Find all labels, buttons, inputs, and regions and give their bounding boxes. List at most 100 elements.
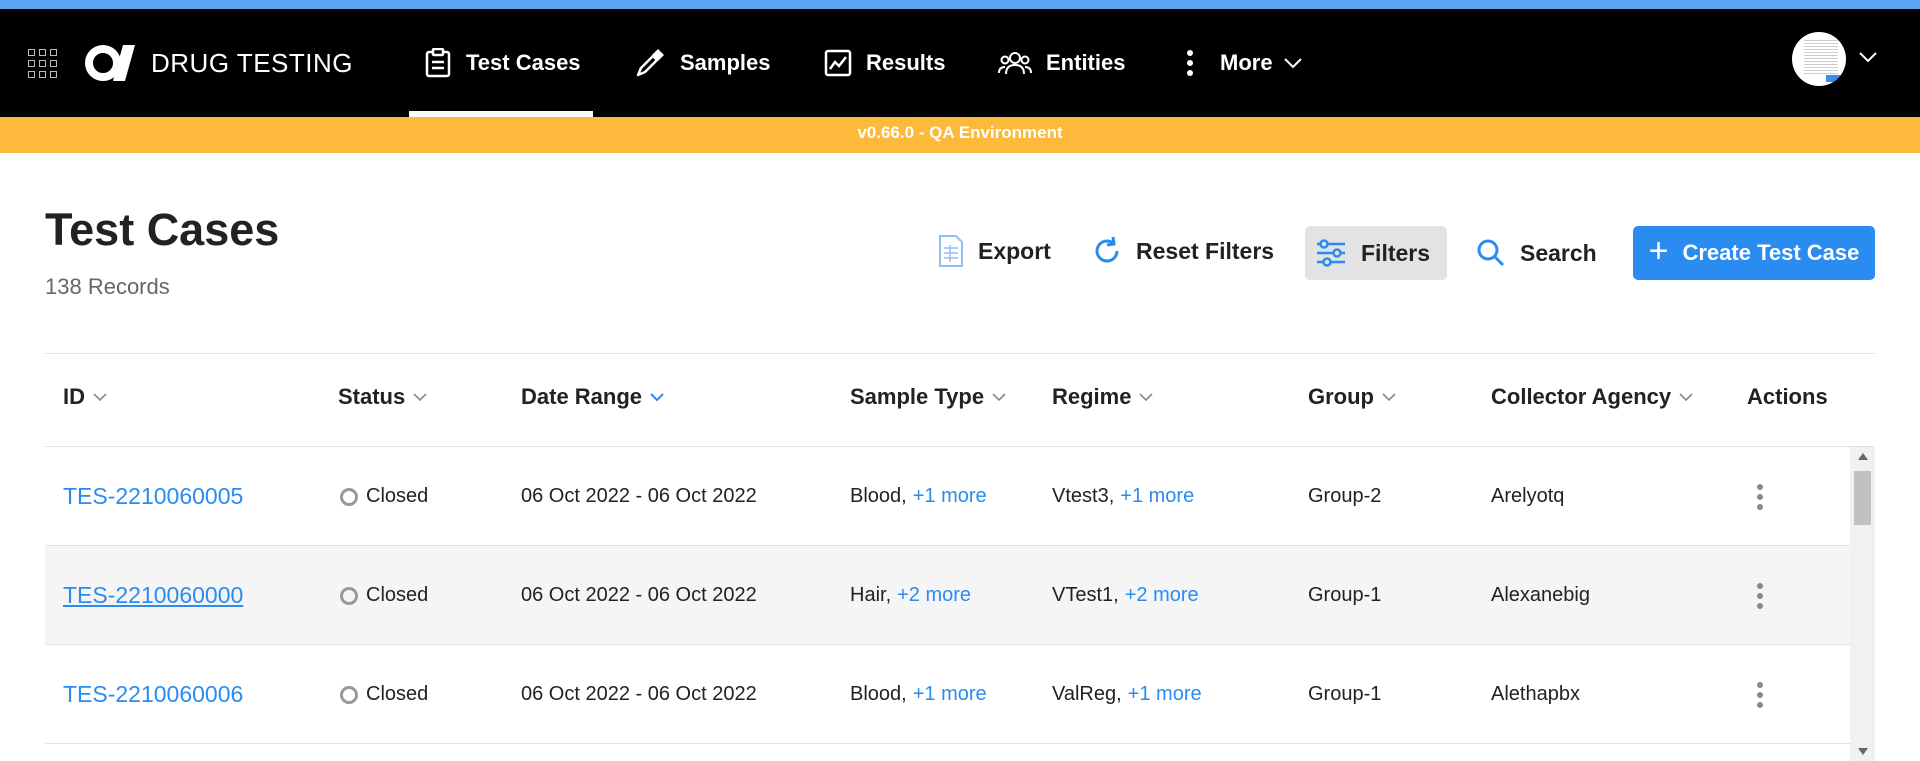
group-cell: Group-1 [1308,584,1382,606]
column-label: Collector Agency [1491,384,1672,409]
column-header-id[interactable]: ID [63,384,107,410]
group-cell: Group-1 [1308,683,1382,705]
create-test-case-button[interactable]: + Create Test Case [1633,226,1875,280]
nav-tab-label: Entities [1046,50,1126,75]
chevron-down-icon [1679,392,1693,401]
table-row[interactable]: TES-2210060005 Closed 06 Oct 2022 - 06 O… [45,447,1850,546]
export-label: Export [978,237,1051,264]
chevron-down-icon [992,392,1006,401]
column-label: ID [63,384,85,409]
top-navbar: DRUG TESTING Test Cases Samples Results [0,9,1920,117]
regime-cell: VTest1, +2 more [1052,584,1199,607]
reset-filters-button[interactable]: Reset Filters [1092,236,1274,266]
app-launcher-icon[interactable] [28,49,57,78]
column-header-sample-type[interactable]: Sample Type [850,384,1006,410]
status-label: Closed [366,683,429,705]
table-row[interactable]: TES-2210060006 Closed 06 Oct 2022 - 06 O… [45,645,1850,744]
top-accent-strip [0,0,1920,9]
logo-mark-icon [85,45,135,81]
filters-button[interactable]: Filters [1305,226,1447,280]
column-header-status[interactable]: Status [338,384,427,410]
chart-icon [824,49,852,77]
nav-tab-results[interactable]: Results [824,9,945,117]
test-case-id-link[interactable]: TES-2210060000 [63,546,243,645]
row-actions-icon[interactable] [1755,447,1765,546]
status-label: Closed [366,485,429,507]
more-link[interactable]: +1 more [913,485,987,508]
search-label: Search [1520,239,1597,266]
table-row[interactable]: TES-2210060000 Closed 06 Oct 2022 - 06 O… [45,546,1850,645]
more-link[interactable]: +2 more [1125,584,1199,607]
spreadsheet-icon [939,235,963,267]
sample-type-cell: Blood, +1 more [850,683,987,706]
row-actions-icon[interactable] [1755,645,1765,744]
nav-tab-samples[interactable]: Samples [634,9,771,117]
more-link[interactable]: +1 more [1120,485,1194,508]
sample-type-cell: Blood, +1 more [850,485,987,508]
users-icon [998,52,1032,75]
nav-tab-entities[interactable]: Entities [998,9,1125,117]
table-scrollbar[interactable] [1850,447,1875,761]
column-header-date-range[interactable]: Date Range [521,384,664,410]
more-link[interactable]: +1 more [1128,683,1202,706]
date-range-cell: 06 Oct 2022 - 06 Oct 2022 [521,683,757,705]
test-case-id-link[interactable]: TES-2210060006 [63,645,243,744]
chevron-down-icon [1139,392,1154,401]
sample-type-cell: Hair, +2 more [850,584,972,607]
status-closed-icon [340,487,358,506]
regime-cell: Vtest3, +1 more [1052,485,1195,508]
chevron-down-icon [413,392,427,401]
more-link[interactable]: +2 more [897,584,971,607]
chevron-down-icon [93,392,107,401]
create-label: Create Test Case [1682,240,1860,265]
nav-tab-more[interactable]: More [1186,9,1303,117]
brand-logo[interactable]: DRUG TESTING [85,43,353,83]
column-header-regime[interactable]: Regime [1052,384,1154,410]
status-closed-icon [340,685,358,704]
export-button[interactable]: Export [938,234,1051,268]
user-avatar[interactable] [1792,32,1846,86]
table-body: TES-2210060005 Closed 06 Oct 2022 - 06 O… [45,447,1850,761]
test-case-id-link[interactable]: TES-2210060005 [63,447,243,546]
clipboard-icon [425,48,451,78]
nav-tab-label: More [1220,50,1273,75]
group-cell: Group-2 [1308,485,1382,507]
scroll-down-icon[interactable] [1858,748,1868,755]
column-header-group[interactable]: Group [1308,384,1396,410]
column-label: Group [1308,384,1374,409]
kebab-icon [1187,50,1193,76]
refresh-icon [1095,236,1119,263]
environment-banner: v0.66.0 - QA Environment [0,117,1920,153]
nav-tab-label: Test Cases [466,50,581,75]
status-closed-icon [340,586,358,605]
status-cell: Closed [340,645,428,744]
chevron-down-icon [650,392,664,401]
search-button[interactable]: Search [1476,238,1597,268]
chevron-down-icon [1382,392,1396,401]
date-range-cell: 06 Oct 2022 - 06 Oct 2022 [521,584,757,606]
column-label: Status [338,384,406,409]
column-label: Actions [1747,384,1828,409]
scroll-up-icon[interactable] [1858,453,1868,460]
page-title: Test Cases [45,204,280,255]
chevron-down-icon [1283,58,1302,69]
more-link[interactable]: +1 more [913,683,987,706]
column-header-collector-agency[interactable]: Collector Agency [1491,384,1693,410]
nav-tab-test-cases[interactable]: Test Cases [409,9,593,117]
agency-cell: Alexanebig [1491,584,1590,606]
brand-name: DRUG TESTING [151,47,353,78]
status-cell: Closed [340,546,428,645]
scroll-thumb[interactable] [1854,471,1871,525]
column-header-actions: Actions [1747,384,1828,410]
nav-tab-label: Results [866,50,946,75]
column-label: Date Range [521,384,643,409]
agency-cell: Arelyotq [1491,485,1565,507]
reset-filters-label: Reset Filters [1136,237,1275,264]
date-range-cell: 06 Oct 2022 - 06 Oct 2022 [521,485,757,507]
column-label: Sample Type [850,384,985,409]
pipette-icon [636,49,664,77]
plus-icon: + [1648,232,1669,270]
nav-tab-label: Samples [680,50,771,75]
chevron-down-icon[interactable] [1858,51,1878,63]
row-actions-icon[interactable] [1755,546,1765,645]
